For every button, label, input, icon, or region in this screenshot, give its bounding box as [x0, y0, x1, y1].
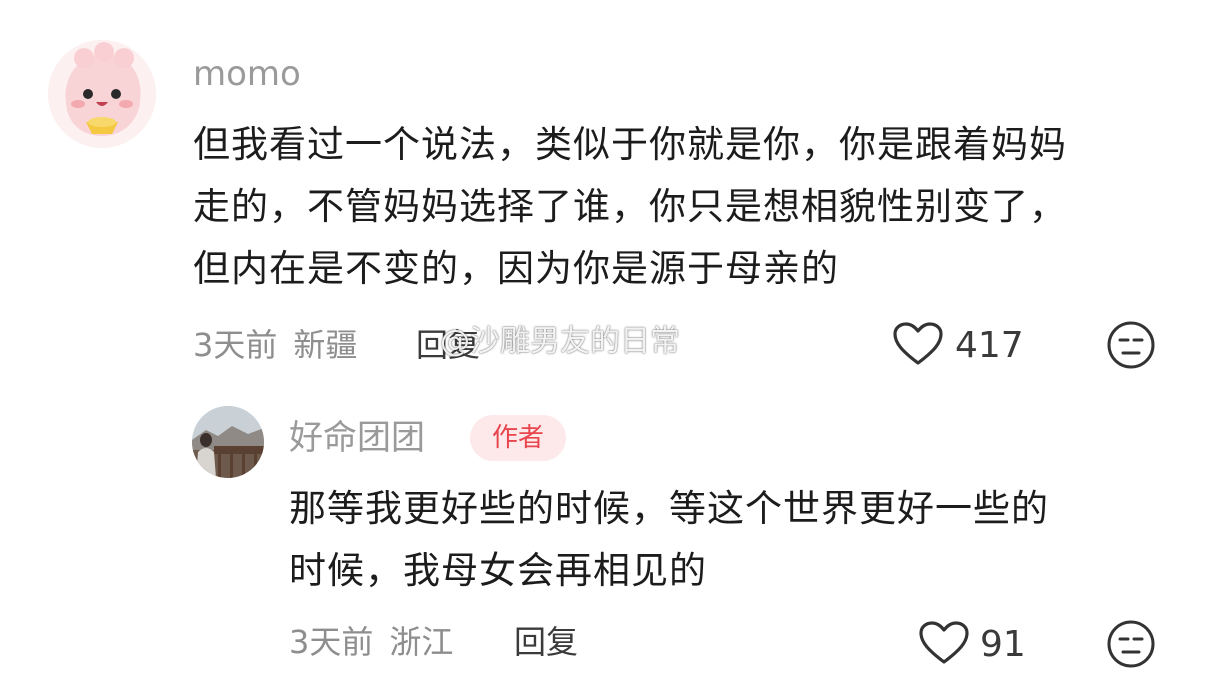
comment-body: 但我看过一个说法，类似于你就是你，你是跟着妈妈 走的，不管妈妈选择了谁，你只是想… [193, 114, 1067, 300]
meh-face-icon[interactable] [1106, 320, 1156, 370]
like-count: 417 [955, 325, 1024, 366]
comment-location: 新疆 [293, 326, 358, 364]
heart-outline-icon[interactable] [918, 620, 970, 666]
reply-line: 时候，我母女会再相见的 [289, 549, 707, 592]
reply-button[interactable]: 回复 [514, 622, 578, 662]
avatar[interactable] [48, 40, 156, 148]
comment-time: 3天前 [193, 326, 278, 364]
comment-username[interactable]: momo [193, 54, 301, 94]
reply-location: 浙江 [389, 623, 454, 661]
comment-line: 但内在是不变的，因为你是源于母亲的 [193, 247, 839, 290]
like-count: 91 [980, 624, 1026, 665]
comment-thread: momo 但我看过一个说法，类似于你就是你，你是跟着妈妈 走的，不管妈妈选择了谁… [0, 0, 1206, 681]
author-badge: 作者 [470, 415, 566, 461]
meh-face-icon[interactable] [1106, 619, 1156, 669]
reply-body: 那等我更好些的时候，等这个世界更好一些的 时候，我母女会再相见的 [289, 478, 1049, 602]
avatar[interactable] [192, 406, 264, 478]
reply-line: 那等我更好些的时候，等这个世界更好一些的 [289, 487, 1049, 530]
reply-time: 3天前 [289, 623, 374, 661]
watermark: @沙雕男友的日常 [440, 324, 680, 359]
comment-line: 走的，不管妈妈选择了谁，你只是想相貌性别变了， [193, 185, 1067, 228]
heart-outline-icon[interactable] [892, 321, 944, 367]
reply-username[interactable]: 好命团团 [289, 418, 425, 458]
pink-blob-avatar-icon [48, 40, 156, 148]
reply-meta: 3天前 浙江 [289, 622, 469, 662]
comment-line: 但我看过一个说法，类似于你就是你，你是跟着妈妈 [193, 123, 1067, 166]
scenery-photo-avatar-icon [192, 406, 264, 478]
comment-meta: 3天前 新疆 [193, 325, 373, 365]
